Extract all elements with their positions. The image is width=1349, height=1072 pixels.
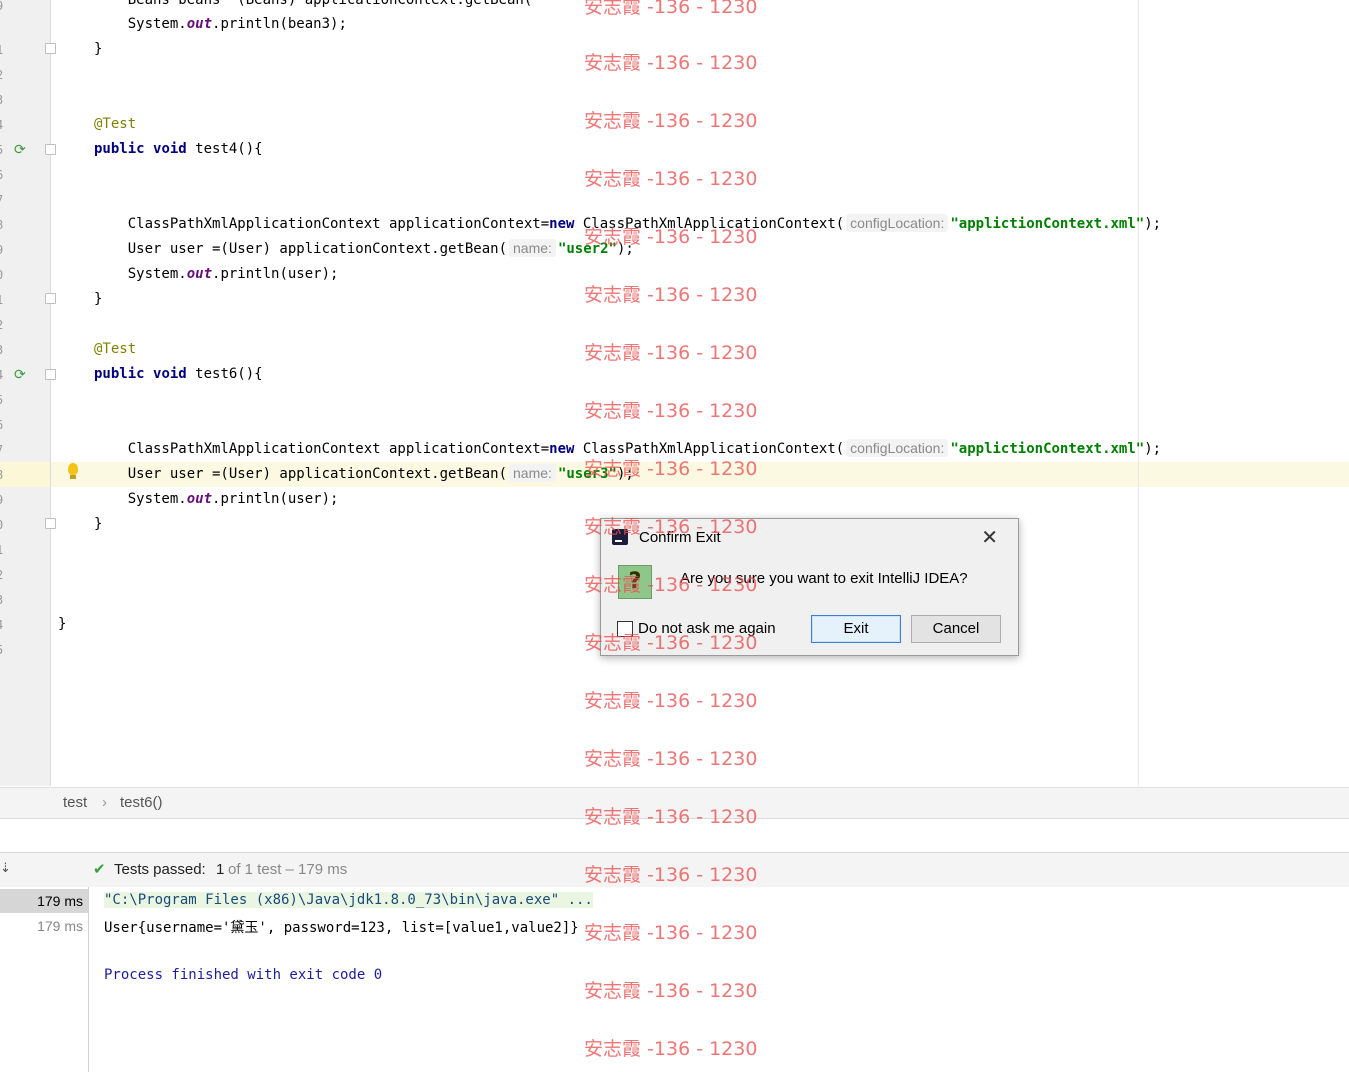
line-number: 4 <box>0 618 6 632</box>
line-number: 1 <box>0 43 6 57</box>
close-icon[interactable]: ✕ <box>981 525 998 549</box>
intention-bulb-icon[interactable] <box>66 463 80 483</box>
breadcrumb-item-test[interactable]: test <box>63 794 87 811</box>
line-number: 9 <box>0 493 6 507</box>
test-tree[interactable]: 179 ms 179 ms <box>0 887 89 1072</box>
console-command-line: "C:\Program Files (x86)\Java\jdk1.8.0_73… <box>104 892 593 908</box>
watermark-text: 安志霞 -136 - 1230 <box>584 342 758 364</box>
line-number: 9 <box>0 243 6 257</box>
line-number: 5 <box>0 393 6 407</box>
code-line: System.out.println(bean3); <box>94 16 347 32</box>
console-exit-line: Process finished with exit code 0 <box>104 967 383 983</box>
watermark-text: 安志霞 -136 - 1230 <box>584 806 758 828</box>
fold-marker-icon[interactable] <box>45 43 56 54</box>
code-line: } <box>94 291 103 307</box>
test-tree-row[interactable]: 179 ms <box>0 914 88 938</box>
line-number: 4 <box>0 118 6 132</box>
fold-marker-icon[interactable] <box>45 293 56 304</box>
current-line-gutter-highlight <box>0 462 50 487</box>
line-number: 7 <box>0 443 6 457</box>
test-annotation: @Test <box>94 341 137 357</box>
param-hint: configLocation: <box>846 214 949 232</box>
line-number: 3 <box>0 93 6 107</box>
code-line: Beans beans (Beans) applicationContext.g… <box>94 0 533 8</box>
run-test-icon[interactable]: ⟳ <box>14 142 30 158</box>
param-hint: configLocation: <box>846 439 949 457</box>
test-tree-row-selected[interactable]: 179 ms <box>0 889 88 913</box>
line-number: 3 <box>0 343 6 357</box>
fold-marker-icon[interactable] <box>45 369 56 380</box>
test-annotation: @Test <box>94 116 137 132</box>
code-line: System.out.println(user); <box>94 491 339 507</box>
line-number: 9 <box>0 0 6 13</box>
param-hint: name: <box>509 464 556 482</box>
line-number: 6 <box>0 418 6 432</box>
console-output-line: User{username='黛玉', password=123, list=[… <box>104 920 579 936</box>
watermark-text: 安志霞 -136 - 1230 <box>584 0 758 18</box>
watermark-text: 安志霞 -136 - 1230 <box>584 168 758 190</box>
code-line: } <box>94 41 103 57</box>
right-margin-guide <box>1138 0 1139 786</box>
watermark-text: 安志霞 -136 - 1230 <box>584 632 758 654</box>
fold-marker-icon[interactable] <box>45 144 56 155</box>
cancel-button[interactable]: Cancel <box>911 615 1001 643</box>
line-number: 8 <box>0 468 6 482</box>
tests-passed-detail: of 1 test – 179 ms <box>228 861 348 878</box>
tests-passed-count: 1 <box>216 861 225 878</box>
watermark-text: 安志霞 -136 - 1230 <box>584 864 758 886</box>
line-number: 1 <box>0 293 6 307</box>
class-close-brace: } <box>58 616 67 632</box>
line-number: 6 <box>0 168 6 182</box>
watermark-text: 安志霞 -136 - 1230 <box>584 284 758 306</box>
fold-marker-icon[interactable] <box>45 518 56 529</box>
code-line: } <box>94 516 103 532</box>
watermark-text: 安志霞 -136 - 1230 <box>584 748 758 770</box>
breadcrumb-separator: › <box>102 794 107 811</box>
line-number: 4 <box>0 368 6 382</box>
line-number: 5 <box>0 143 6 157</box>
line-number: 7 <box>0 193 6 207</box>
param-hint: name: <box>509 239 556 257</box>
watermark-text: 安志霞 -136 - 1230 <box>584 922 758 944</box>
editor-gutter <box>0 0 51 786</box>
check-icon: ✔ <box>93 860 106 878</box>
tests-passed-label: Tests passed: <box>114 861 206 878</box>
watermark-text: 安志霞 -136 - 1230 <box>584 52 758 74</box>
line-number: 2 <box>0 568 6 582</box>
sort-arrow-icon[interactable]: ⇣ <box>0 861 11 876</box>
line-number: 0 <box>0 268 6 282</box>
line-number: 3 <box>0 593 6 607</box>
watermark-text: 安志霞 -136 - 1230 <box>584 516 758 538</box>
code-line-current: User user =(User) applicationContext.get… <box>94 464 634 482</box>
exit-button[interactable]: Exit <box>811 615 901 643</box>
method-signature-test4: public void test4(){ <box>94 141 263 157</box>
line-number: 5 <box>0 643 6 657</box>
watermark-text: 安志霞 -136 - 1230 <box>584 980 758 1002</box>
watermark-text: 安志霞 -136 - 1230 <box>584 1038 758 1060</box>
line-number: 2 <box>0 68 6 82</box>
code-line: User user =(User) applicationContext.get… <box>94 239 634 257</box>
line-number: 2 <box>0 318 6 332</box>
watermark-text: 安志霞 -136 - 1230 <box>584 458 758 480</box>
run-test-icon[interactable]: ⟳ <box>14 367 30 383</box>
watermark-text: 安志霞 -136 - 1230 <box>584 226 758 248</box>
line-number: 8 <box>0 218 6 232</box>
line-number: 0 <box>0 518 6 532</box>
breadcrumb-item-test6[interactable]: test6() <box>120 794 163 811</box>
watermark-text: 安志霞 -136 - 1230 <box>584 400 758 422</box>
method-signature-test6: public void test6(){ <box>94 366 263 382</box>
watermark-text: 安志霞 -136 - 1230 <box>584 110 758 132</box>
watermark-text: 安志霞 -136 - 1230 <box>584 574 758 596</box>
line-number: 1 <box>0 543 6 557</box>
watermark-text: 安志霞 -136 - 1230 <box>584 690 758 712</box>
code-line: System.out.println(user); <box>94 266 339 282</box>
